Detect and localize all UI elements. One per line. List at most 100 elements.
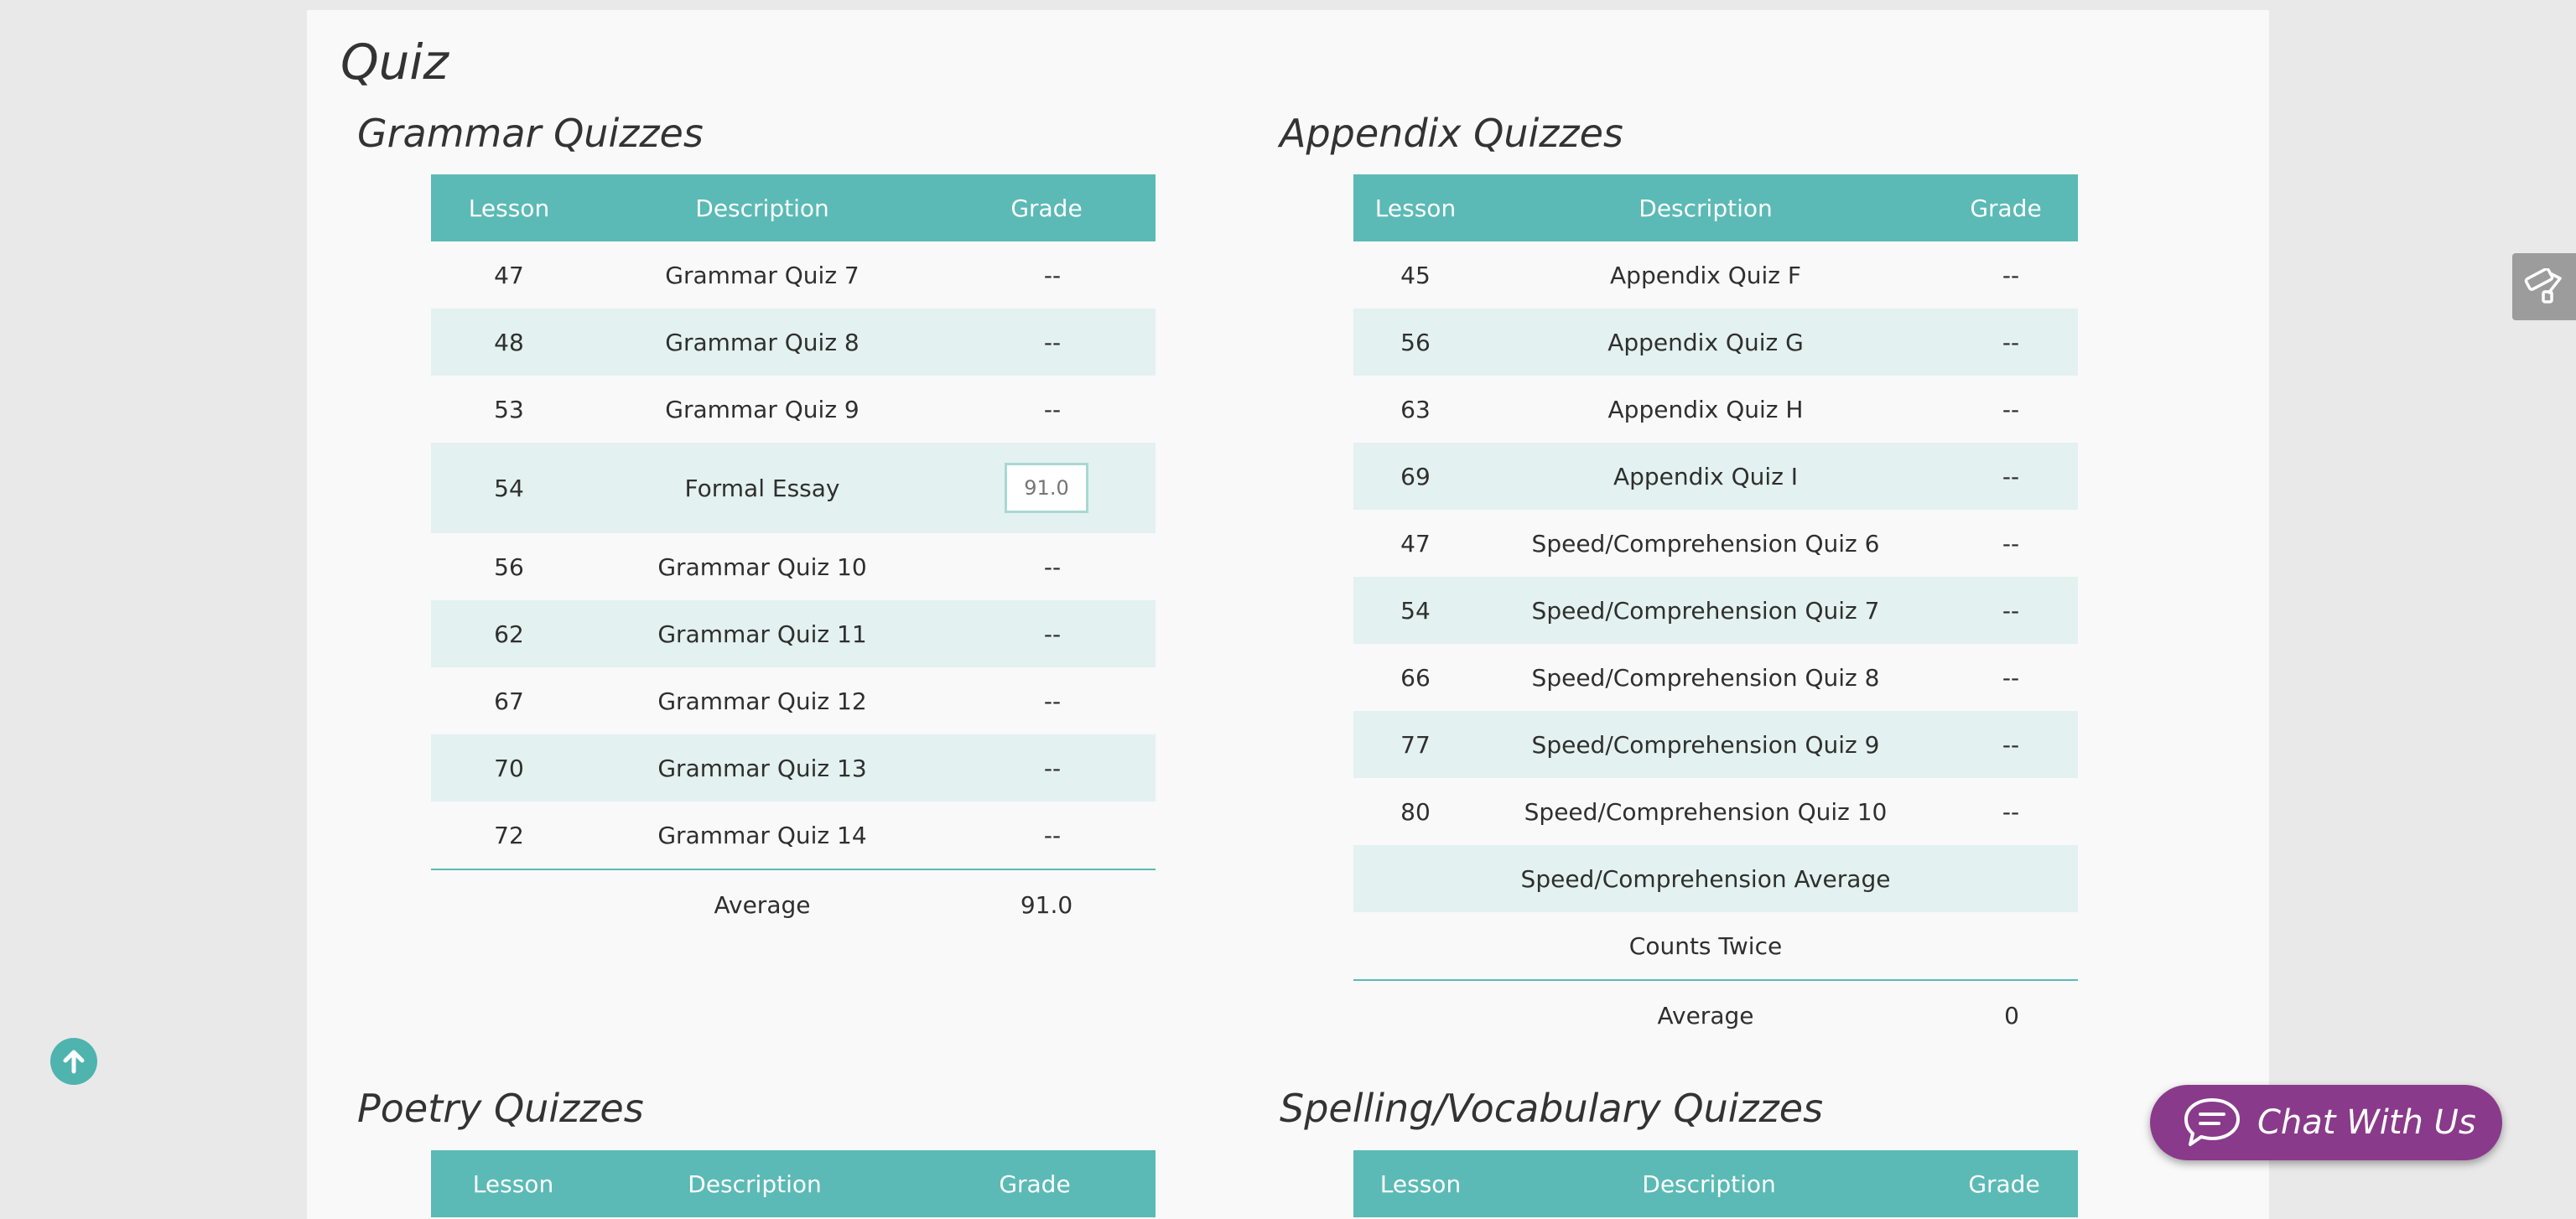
column-header-description: Description — [1478, 174, 1934, 241]
average-row: Average 91.0 — [431, 869, 1156, 939]
lesson-cell: 62 — [431, 600, 587, 667]
spelling-vocabulary-quizzes-table: Lesson Description Grade — [1353, 1150, 2078, 1217]
table-row: 47 Grammar Quiz 7 -- — [431, 241, 1156, 309]
table-header-row: Lesson Description Grade — [431, 174, 1156, 241]
side-tool-button[interactable] — [2512, 253, 2576, 320]
chat-with-us-button[interactable]: Chat With Us — [2150, 1085, 2502, 1160]
lesson-cell: 47 — [431, 241, 587, 309]
description-cell: Appendix Quiz H — [1478, 376, 1934, 443]
description-cell: Grammar Quiz 8 — [587, 309, 937, 376]
lesson-cell: 67 — [431, 667, 587, 734]
grade-cell: -- — [1934, 644, 2078, 711]
grade-cell: -- — [1934, 778, 2078, 845]
description-cell: Grammar Quiz 10 — [587, 533, 937, 600]
grade-cell: -- — [937, 600, 1156, 667]
lesson-cell: 45 — [1353, 241, 1478, 309]
description-cell: Speed/Comprehension Quiz 8 — [1478, 644, 1934, 711]
table-row: 56 Grammar Quiz 10 -- — [431, 533, 1156, 600]
lesson-cell: 72 — [431, 801, 587, 869]
grade-cell: -- — [1934, 443, 2078, 510]
arrow-up-circle-icon — [63, 1050, 85, 1074]
lesson-cell: 53 — [431, 376, 587, 443]
grade-cell: -- — [1934, 577, 2078, 644]
chat-bubble-icon — [2184, 1098, 2240, 1146]
table-header-row: Lesson Description Grade — [1353, 174, 2078, 241]
lesson-cell: 54 — [431, 443, 587, 533]
paint-roller-icon — [2524, 268, 2562, 303]
description-cell: Grammar Quiz 14 — [587, 801, 937, 869]
formal-essay-grade-input[interactable] — [1005, 463, 1088, 513]
grade-cell: -- — [1934, 309, 2078, 376]
table-row: 54 Speed/Comprehension Quiz 7 -- — [1353, 577, 2078, 644]
grade-cell: -- — [1934, 241, 2078, 309]
grade-cell: -- — [937, 309, 1156, 376]
table-row: 66 Speed/Comprehension Quiz 8 -- — [1353, 644, 2078, 711]
description-cell: Appendix Quiz G — [1478, 309, 1934, 376]
grade-cell: -- — [937, 241, 1156, 309]
table-row: 62 Grammar Quiz 11 -- — [431, 600, 1156, 667]
table-row: 47 Speed/Comprehension Quiz 6 -- — [1353, 510, 2078, 577]
chat-button-label: Chat With Us — [2257, 1103, 2476, 1142]
table-row: 80 Speed/Comprehension Quiz 10 -- — [1353, 778, 2078, 845]
lesson-cell: 70 — [431, 734, 587, 801]
description-cell: Speed/Comprehension Quiz 10 — [1478, 778, 1934, 845]
table-row: 63 Appendix Quiz H -- — [1353, 376, 2078, 443]
column-header-grade: Grade — [914, 1150, 1156, 1217]
lesson-cell: 80 — [1353, 778, 1478, 845]
description-cell: Appendix Quiz F — [1478, 241, 1934, 309]
grammar-quizzes-title: Grammar Quizzes — [357, 111, 704, 156]
table-row: 72 Grammar Quiz 14 -- — [431, 801, 1156, 869]
average-value: 0 — [1934, 979, 2078, 1050]
column-header-description: Description — [595, 1150, 914, 1217]
lesson-cell: 77 — [1353, 711, 1478, 778]
table-row: 53 Grammar Quiz 9 -- — [431, 376, 1156, 443]
column-header-lesson: Lesson — [431, 174, 587, 241]
average-label: Average — [587, 869, 937, 939]
column-header-grade: Grade — [1934, 174, 2078, 241]
lesson-cell: 69 — [1353, 443, 1478, 510]
table-row: 56 Appendix Quiz G -- — [1353, 309, 2078, 376]
average-label: Average — [1478, 979, 1934, 1050]
description-cell: Formal Essay — [587, 443, 937, 533]
description-cell: Grammar Quiz 7 — [587, 241, 937, 309]
table-row: 69 Appendix Quiz I -- — [1353, 443, 2078, 510]
description-cell: Speed/Comprehension Quiz 9 — [1478, 711, 1934, 778]
appendix-quizzes-title: Appendix Quizzes — [1280, 111, 1623, 156]
table-row: 70 Grammar Quiz 13 -- — [431, 734, 1156, 801]
lesson-cell: 56 — [431, 533, 587, 600]
table-row: 54 Formal Essay — [431, 443, 1156, 533]
grade-cell: -- — [937, 376, 1156, 443]
table-row: 48 Grammar Quiz 8 -- — [431, 309, 1156, 376]
column-header-description: Description — [587, 174, 937, 241]
scroll-to-top-button[interactable] — [50, 1038, 97, 1085]
table-row: 67 Grammar Quiz 12 -- — [431, 667, 1156, 734]
lesson-cell: 66 — [1353, 644, 1478, 711]
poetry-quizzes-title: Poetry Quizzes — [357, 1086, 644, 1131]
grade-cell: -- — [937, 801, 1156, 869]
column-header-lesson: Lesson — [1353, 174, 1478, 241]
column-header-grade: Grade — [937, 174, 1156, 241]
grade-cell: -- — [937, 734, 1156, 801]
grade-cell — [937, 443, 1156, 533]
column-header-grade: Grade — [1930, 1150, 2078, 1217]
column-header-description: Description — [1488, 1150, 1930, 1217]
counts-twice-label: Counts Twice — [1478, 912, 1934, 980]
grade-cell: -- — [1934, 711, 2078, 778]
table-row: 45 Appendix Quiz F -- — [1353, 241, 2078, 309]
table-row: 77 Speed/Comprehension Quiz 9 -- — [1353, 711, 2078, 778]
grammar-quizzes-table: Lesson Description Grade 47 Grammar Quiz… — [431, 174, 1156, 939]
lesson-cell: 63 — [1353, 376, 1478, 443]
appendix-quizzes-table: Lesson Description Grade 45 Appendix Qui… — [1353, 174, 2078, 1050]
grade-cell: -- — [1934, 376, 2078, 443]
column-header-lesson: Lesson — [1353, 1150, 1488, 1217]
lesson-cell: 54 — [1353, 577, 1478, 644]
grade-cell: -- — [937, 667, 1156, 734]
grade-cell: -- — [1934, 510, 2078, 577]
description-cell: Grammar Quiz 13 — [587, 734, 937, 801]
description-cell: Speed/Comprehension Quiz 7 — [1478, 577, 1934, 644]
description-cell: Grammar Quiz 12 — [587, 667, 937, 734]
table-header-row: Lesson Description Grade — [431, 1150, 1156, 1217]
lesson-cell: 56 — [1353, 309, 1478, 376]
speed-average-row: Speed/Comprehension Average — [1353, 845, 2078, 912]
speed-average-label: Speed/Comprehension Average — [1478, 845, 1934, 912]
